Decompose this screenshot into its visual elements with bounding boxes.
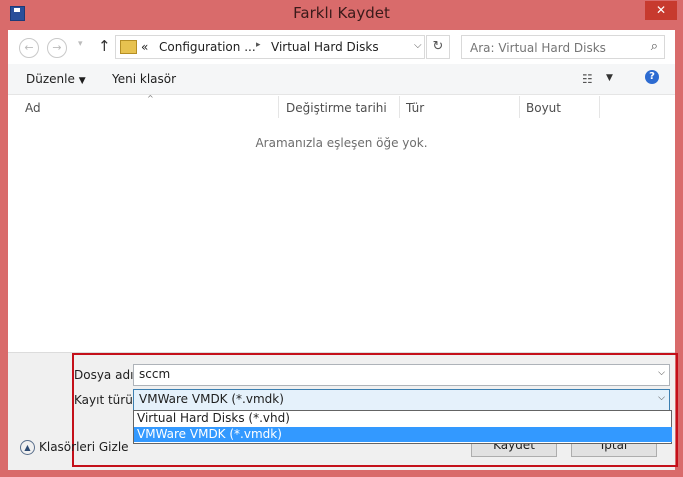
save-type-value: VMWare VMDK (*.vmdk): [139, 392, 284, 406]
save-type-dropdown-list: Virtual Hard Disks (*.vhd) VMWare VMDK (…: [133, 410, 672, 444]
forward-button[interactable]: →: [47, 38, 67, 58]
search-box[interactable]: ⌕: [461, 35, 665, 59]
address-dropdown-icon[interactable]: ⌵: [414, 40, 422, 51]
organize-label: Düzenle: [26, 72, 75, 86]
save-as-dialog: Farklı Kaydet ✕ ← → ▾ ↑ « Configuration …: [0, 0, 683, 477]
navigation-bar: ← → ▾ ↑ « Configuration ... ▸ Virtual Ha…: [8, 30, 675, 64]
back-button[interactable]: ←: [19, 38, 39, 58]
save-type-option-vhd[interactable]: Virtual Hard Disks (*.vhd): [134, 411, 672, 426]
organize-button[interactable]: Düzenle ▼: [26, 72, 86, 86]
breadcrumb-item-virtual-hard-disks[interactable]: Virtual Hard Disks: [271, 40, 379, 54]
save-type-option-vmdk[interactable]: VMWare VMDK (*.vmdk): [134, 427, 672, 442]
address-bar[interactable]: « Configuration ... ▸ Virtual Hard Disks…: [115, 35, 425, 59]
filename-label: Dosya adı:: [74, 368, 138, 382]
column-header-name[interactable]: Ad: [25, 101, 41, 115]
sort-indicator-icon: ^: [147, 94, 154, 103]
column-headers: ^ Ad Değiştirme tarihi Tür Boyut: [8, 94, 675, 120]
refresh-button[interactable]: ↻: [426, 35, 450, 59]
column-divider[interactable]: [278, 96, 279, 118]
column-divider[interactable]: [519, 96, 520, 118]
recent-locations-icon[interactable]: ▾: [78, 39, 83, 49]
save-type-label: Kayıt türü:: [74, 393, 137, 407]
help-icon[interactable]: ?: [645, 70, 659, 84]
filename-field[interactable]: sccm ⌵: [133, 364, 670, 386]
empty-results-message: Aramanızla eşleşen öğe yok.: [255, 136, 428, 150]
chevron-down-icon: ▼: [78, 76, 86, 86]
column-divider[interactable]: [599, 96, 600, 118]
command-bar: Düzenle ▼ Yeni klasör ☷ ▼ ?: [8, 64, 675, 95]
save-type-dropdown-icon[interactable]: ⌵: [658, 393, 665, 403]
filename-dropdown-icon[interactable]: ⌵: [658, 368, 665, 378]
breadcrumb-item-configuration[interactable]: Configuration ...: [159, 40, 256, 54]
save-type-select[interactable]: VMWare VMDK (*.vmdk) ⌵: [133, 389, 670, 411]
folder-icon: [120, 40, 137, 54]
new-folder-button[interactable]: Yeni klasör: [112, 72, 176, 86]
filename-input[interactable]: sccm: [139, 367, 170, 381]
column-divider[interactable]: [399, 96, 400, 118]
view-options-icon[interactable]: ☷: [582, 72, 593, 86]
dialog-client: ← → ▾ ↑ « Configuration ... ▸ Virtual Ha…: [8, 30, 678, 470]
hide-folders-label: Klasörleri Gizle: [39, 440, 129, 454]
breadcrumb-separator-icon[interactable]: ▸: [256, 40, 261, 50]
collapse-up-icon: ▲: [20, 440, 35, 455]
title-bar[interactable]: Farklı Kaydet ✕: [0, 0, 683, 28]
search-input[interactable]: [468, 39, 642, 57]
breadcrumb-overflow[interactable]: «: [141, 40, 148, 54]
search-icon[interactable]: ⌕: [651, 39, 658, 54]
view-dropdown-icon[interactable]: ▼: [606, 73, 613, 83]
column-header-type[interactable]: Tür: [406, 101, 424, 115]
close-button[interactable]: ✕: [645, 1, 677, 20]
column-header-date-modified[interactable]: Değiştirme tarihi: [286, 101, 387, 115]
column-header-size[interactable]: Boyut: [526, 101, 561, 115]
up-button[interactable]: ↑: [98, 37, 111, 55]
window-title: Farklı Kaydet: [293, 4, 390, 22]
